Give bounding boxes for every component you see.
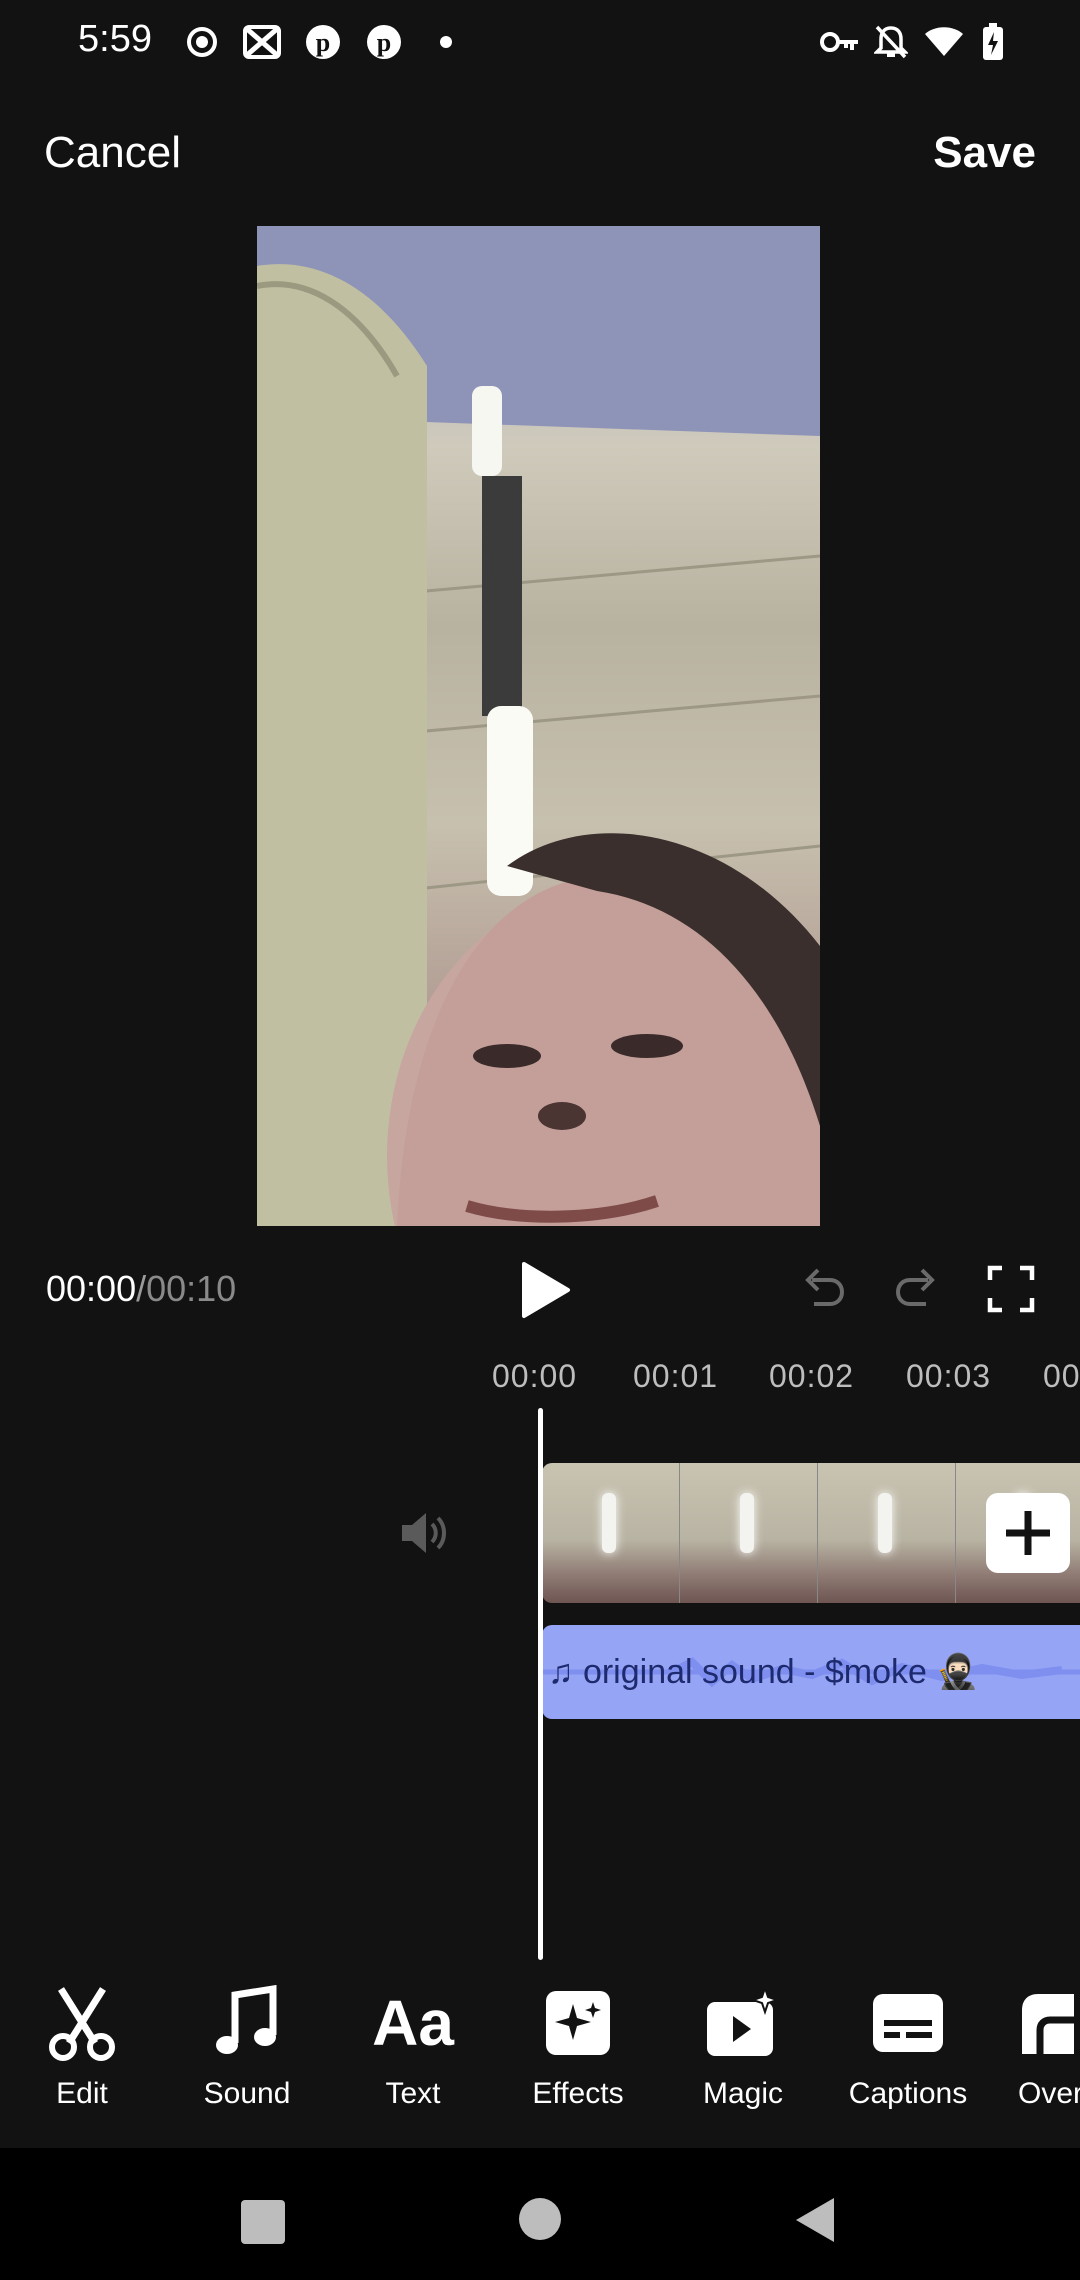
dot-icon [426, 22, 466, 62]
current-time: 00:00 [46, 1268, 137, 1309]
status-time: 5:59 [78, 18, 152, 60]
ruler-tick: 00:01 [633, 1358, 719, 1394]
video-preview[interactable] [257, 226, 820, 1226]
ruler-tick: 00 [1043, 1358, 1080, 1394]
navigation-bar [0, 2148, 1080, 2280]
undo-icon[interactable] [798, 1264, 848, 1314]
fullscreen-icon[interactable] [986, 1264, 1036, 1314]
clip-frame [680, 1463, 818, 1603]
overlay-icon [1018, 1985, 1078, 2061]
audio-label: ♫ original sound - $moke 🥷🏻 [548, 1653, 979, 1691]
tool-label: Sound [203, 2077, 291, 2110]
sparkles-icon [545, 1985, 611, 2061]
recents-icon[interactable] [241, 2200, 285, 2244]
total-time: 00:10 [146, 1268, 237, 1309]
cancel-button[interactable]: Cancel [44, 128, 181, 178]
pinterest-icon: p [303, 22, 343, 62]
battery-charging-icon [973, 22, 1013, 62]
tool-magic[interactable]: Magic [663, 1985, 823, 2111]
tool-sound[interactable]: Sound [167, 1985, 327, 2111]
captions-icon [872, 1985, 944, 2061]
magic-play-icon [705, 1985, 781, 2061]
music-note-icon [215, 1985, 279, 2061]
time-separator: / [136, 1268, 147, 1309]
save-button[interactable]: Save [933, 128, 1036, 178]
vpn-key-icon [820, 22, 860, 62]
tool-text[interactable]: Aa Text [333, 1985, 493, 2111]
clip-frame [818, 1463, 956, 1603]
home-icon[interactable] [519, 2198, 561, 2240]
tool-overlay[interactable]: Over [978, 1985, 1080, 2111]
play-icon[interactable] [514, 1260, 574, 1320]
back-icon[interactable] [792, 2196, 838, 2244]
tool-label: Magic [702, 2077, 784, 2110]
tool-label: Text [385, 2077, 441, 2110]
ruler-tick: 00:02 [769, 1358, 855, 1394]
text-aa-icon: Aa [372, 1987, 454, 2059]
time-display: 00:00/00:10 [46, 1268, 236, 1310]
tool-captions[interactable]: Captions [828, 1985, 988, 2111]
ruler-tick: 00:00 [492, 1358, 578, 1394]
record-icon [182, 22, 222, 62]
bell-off-icon [871, 22, 911, 62]
tool-edit[interactable]: Edit [2, 1985, 162, 2111]
tool-effects[interactable]: Effects [498, 1985, 658, 2111]
add-clip-button[interactable] [986, 1493, 1070, 1573]
svg-text:p: p [377, 28, 391, 57]
ruler-tick: 00:03 [906, 1358, 992, 1394]
wifi-icon [924, 22, 964, 62]
volume-icon[interactable] [398, 1508, 450, 1558]
capcut-icon [242, 22, 282, 62]
scissors-icon [47, 1985, 117, 2061]
playhead[interactable] [538, 1408, 543, 1960]
tool-label: Captions [848, 2077, 968, 2110]
tool-label: Effects [532, 2077, 624, 2110]
pinterest-icon: p [364, 22, 404, 62]
plus-icon [1006, 1511, 1050, 1555]
svg-text:p: p [316, 28, 330, 57]
clip-frame [542, 1463, 680, 1603]
tool-label: Over [1018, 2077, 1080, 2110]
tool-label: Edit [56, 2077, 108, 2110]
redo-icon[interactable] [892, 1264, 942, 1314]
audio-track[interactable]: ♫ original sound - $moke 🥷🏻 [542, 1625, 1080, 1719]
